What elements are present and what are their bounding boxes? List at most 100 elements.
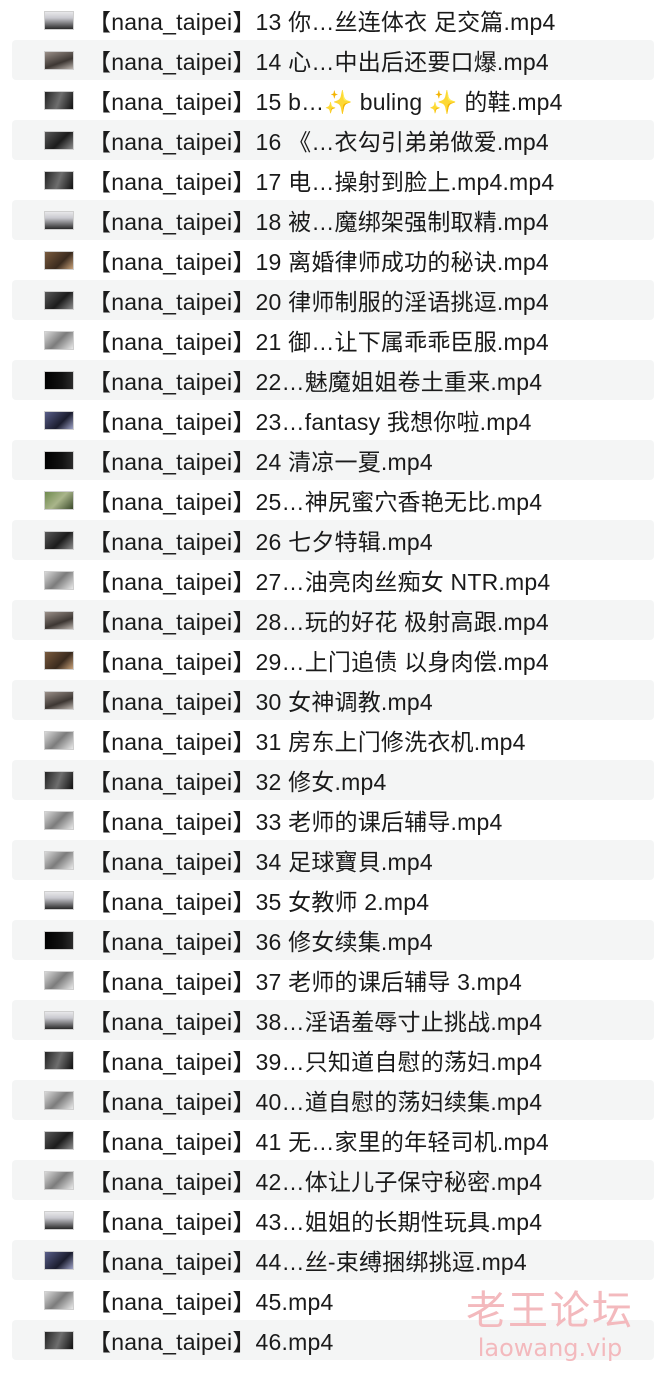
file-name: 【nana_taipei】36 修女续集.mp4 [88,929,433,955]
file-name: 【nana_taipei】39…只知道自慰的荡妇.mp4 [88,1049,543,1075]
file-name: 【nana_taipei】27…油亮肉丝痴女 NTR.mp4 [88,569,551,595]
video-thumbnail-icon [44,1050,74,1070]
video-thumbnail-icon [44,1170,74,1190]
file-name: 【nana_taipei】22…魅魔姐姐卷土重来.mp4 [88,369,543,395]
video-thumbnail-icon [44,50,74,70]
file-list: 【nana_taipei】13 你…丝连体衣 足交篇.mp4 【nana_tai… [0,0,654,1360]
file-row[interactable]: 【nana_taipei】45.mp4 [0,1280,654,1320]
file-name: 【nana_taipei】46.mp4 [88,1329,334,1355]
file-row[interactable]: 【nana_taipei】20 律师制服的淫语挑逗.mp4 [12,280,654,320]
file-row[interactable]: 【nana_taipei】38…淫语羞辱寸止挑战.mp4 [12,1000,654,1040]
video-thumbnail-icon [44,410,74,430]
video-thumbnail-icon [44,250,74,270]
file-name: 【nana_taipei】15 b…✨ buling ✨ 的鞋.mp4 [88,89,563,115]
file-name: 【nana_taipei】43…姐姐的长期性玩具.mp4 [88,1209,543,1235]
video-thumbnail-icon [44,930,74,950]
video-thumbnail-icon [44,1250,74,1270]
video-thumbnail-icon [44,770,74,790]
file-name: 【nana_taipei】23…fantasy 我想你啦.mp4 [88,409,532,435]
file-row[interactable]: 【nana_taipei】17 电…操射到脸上.mp4.mp4 [0,160,654,200]
file-row[interactable]: 【nana_taipei】31 房东上门修洗衣机.mp4 [0,720,654,760]
file-row[interactable]: 【nana_taipei】16 《…衣勾引弟弟做爱.mp4 [12,120,654,160]
file-row[interactable]: 【nana_taipei】25…神尻蜜穴香艳无比.mp4 [0,480,654,520]
file-name: 【nana_taipei】42…体让儿子保守秘密.mp4 [88,1169,543,1195]
file-name: 【nana_taipei】16 《…衣勾引弟弟做爱.mp4 [88,129,549,155]
file-name: 【nana_taipei】33 老师的课后辅导.mp4 [88,809,503,835]
video-thumbnail-icon [44,530,74,550]
video-thumbnail-icon [44,610,74,630]
file-row[interactable]: 【nana_taipei】19 离婚律师成功的秘诀.mp4 [0,240,654,280]
file-row[interactable]: 【nana_taipei】21 御…让下属乖乖臣服.mp4 [0,320,654,360]
video-thumbnail-icon [44,130,74,150]
file-row[interactable]: 【nana_taipei】37 老师的课后辅导 3.mp4 [0,960,654,1000]
video-thumbnail-icon [44,850,74,870]
file-row[interactable]: 【nana_taipei】27…油亮肉丝痴女 NTR.mp4 [0,560,654,600]
file-row[interactable]: 【nana_taipei】32 修女.mp4 [12,760,654,800]
file-name: 【nana_taipei】17 电…操射到脸上.mp4.mp4 [88,169,555,195]
file-name: 【nana_taipei】30 女神调教.mp4 [88,689,433,715]
file-row[interactable]: 【nana_taipei】34 足球寶貝.mp4 [12,840,654,880]
video-thumbnail-icon [44,970,74,990]
file-name: 【nana_taipei】24 清凉一夏.mp4 [88,449,433,475]
file-row[interactable]: 【nana_taipei】13 你…丝连体衣 足交篇.mp4 [0,0,654,40]
file-row[interactable]: 【nana_taipei】28…玩的好花 极射高跟.mp4 [12,600,654,640]
file-row[interactable]: 【nana_taipei】23…fantasy 我想你啦.mp4 [0,400,654,440]
file-name: 【nana_taipei】25…神尻蜜穴香艳无比.mp4 [88,489,543,515]
video-thumbnail-icon [44,330,74,350]
file-row[interactable]: 【nana_taipei】36 修女续集.mp4 [12,920,654,960]
video-thumbnail-icon [44,90,74,110]
file-name: 【nana_taipei】13 你…丝连体衣 足交篇.mp4 [88,9,556,35]
file-row[interactable]: 【nana_taipei】42…体让儿子保守秘密.mp4 [12,1160,654,1200]
video-thumbnail-icon [44,1210,74,1230]
video-thumbnail-icon [44,730,74,750]
file-row[interactable]: 【nana_taipei】33 老师的课后辅导.mp4 [0,800,654,840]
video-thumbnail-icon [44,210,74,230]
file-row[interactable]: 【nana_taipei】46.mp4 [12,1320,654,1360]
video-thumbnail-icon [44,1330,74,1350]
file-name: 【nana_taipei】45.mp4 [88,1289,334,1315]
video-thumbnail-icon [44,450,74,470]
file-row[interactable]: 【nana_taipei】41 无…家里的年轻司机.mp4 [0,1120,654,1160]
file-name: 【nana_taipei】21 御…让下属乖乖臣服.mp4 [88,329,549,355]
file-row[interactable]: 【nana_taipei】26 七夕特辑.mp4 [12,520,654,560]
file-row[interactable]: 【nana_taipei】35 女教师 2.mp4 [0,880,654,920]
file-row[interactable]: 【nana_taipei】30 女神调教.mp4 [12,680,654,720]
file-name: 【nana_taipei】28…玩的好花 极射高跟.mp4 [88,609,549,635]
video-thumbnail-icon [44,810,74,830]
file-name: 【nana_taipei】19 离婚律师成功的秘诀.mp4 [88,249,549,275]
file-row[interactable]: 【nana_taipei】22…魅魔姐姐卷土重来.mp4 [12,360,654,400]
file-name: 【nana_taipei】32 修女.mp4 [88,769,387,795]
video-thumbnail-icon [44,370,74,390]
video-thumbnail-icon [44,1290,74,1310]
video-thumbnail-icon [44,890,74,910]
video-thumbnail-icon [44,1130,74,1150]
file-row[interactable]: 【nana_taipei】18 被…魔绑架强制取精.mp4 [12,200,654,240]
file-row[interactable]: 【nana_taipei】43…姐姐的长期性玩具.mp4 [0,1200,654,1240]
file-row[interactable]: 【nana_taipei】14 心…中出后还要口爆.mp4 [12,40,654,80]
file-name: 【nana_taipei】37 老师的课后辅导 3.mp4 [88,969,523,995]
video-thumbnail-icon [44,10,74,30]
file-row[interactable]: 【nana_taipei】24 清凉一夏.mp4 [12,440,654,480]
file-name: 【nana_taipei】44…丝-束缚捆绑挑逗.mp4 [88,1249,527,1275]
file-row[interactable]: 【nana_taipei】39…只知道自慰的荡妇.mp4 [0,1040,654,1080]
file-row[interactable]: 【nana_taipei】40…道自慰的荡妇续集.mp4 [12,1080,654,1120]
file-row[interactable]: 【nana_taipei】44…丝-束缚捆绑挑逗.mp4 [12,1240,654,1280]
file-name: 【nana_taipei】38…淫语羞辱寸止挑战.mp4 [88,1009,543,1035]
video-thumbnail-icon [44,170,74,190]
file-name: 【nana_taipei】35 女教师 2.mp4 [88,889,430,915]
file-name: 【nana_taipei】41 无…家里的年轻司机.mp4 [88,1129,549,1155]
file-name: 【nana_taipei】31 房东上门修洗衣机.mp4 [88,729,526,755]
file-name: 【nana_taipei】34 足球寶貝.mp4 [88,849,433,875]
file-row[interactable]: 【nana_taipei】29…上门追债 以身肉偿.mp4 [0,640,654,680]
file-name: 【nana_taipei】40…道自慰的荡妇续集.mp4 [88,1089,543,1115]
video-thumbnail-icon [44,290,74,310]
video-thumbnail-icon [44,690,74,710]
video-thumbnail-icon [44,1010,74,1030]
video-thumbnail-icon [44,570,74,590]
video-thumbnail-icon [44,490,74,510]
file-name: 【nana_taipei】26 七夕特辑.mp4 [88,529,433,555]
file-name: 【nana_taipei】29…上门追债 以身肉偿.mp4 [88,649,549,675]
file-name: 【nana_taipei】18 被…魔绑架强制取精.mp4 [88,209,549,235]
file-name: 【nana_taipei】20 律师制服的淫语挑逗.mp4 [88,289,549,315]
file-row[interactable]: 【nana_taipei】15 b…✨ buling ✨ 的鞋.mp4 [0,80,654,120]
